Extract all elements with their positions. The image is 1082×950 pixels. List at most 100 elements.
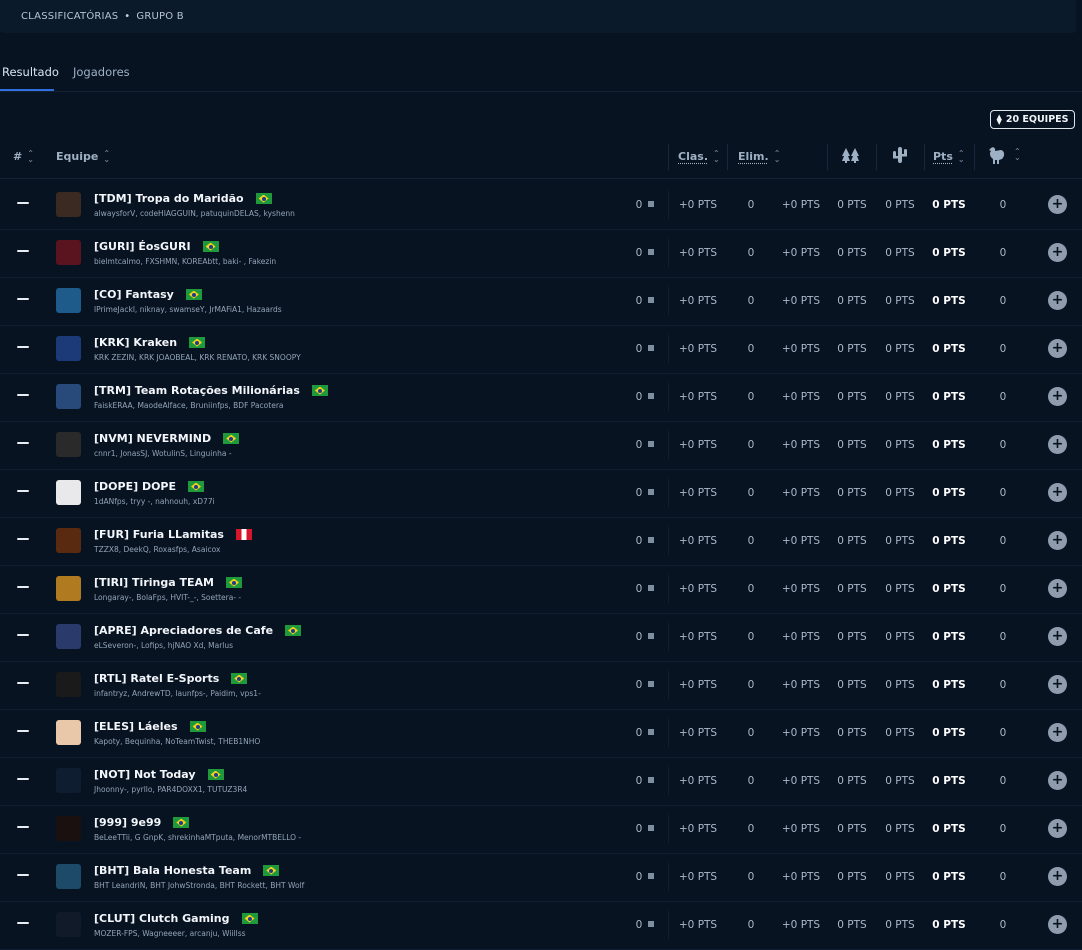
table-row[interactable]: [CO] Fantasy lPrimeJackl, niknay, swamseY… <box>0 277 1082 326</box>
col-pts[interactable]: Pts ⌃ ⌄ <box>933 149 965 163</box>
row-divider <box>668 767 669 795</box>
team-name-label: [CLUT] Clutch Gaming <box>94 912 230 925</box>
expand-plus-button[interactable]: + <box>1048 339 1067 358</box>
flag-icon <box>202 241 219 252</box>
placement-square-icon <box>648 441 655 447</box>
expand-plus-button[interactable]: + <box>1048 435 1067 454</box>
row-divider <box>668 239 669 267</box>
col2-points: 0 PTS <box>885 775 915 787</box>
col1-points: 0 PTS <box>837 487 867 499</box>
clas-value: 0 <box>630 535 660 547</box>
expand-plus-button[interactable]: + <box>1048 675 1067 694</box>
row-divider <box>668 815 669 843</box>
elim-points: +0 PTS <box>781 583 821 595</box>
elim-points: +0 PTS <box>781 487 821 499</box>
team-name[interactable]: [TRM] Team Rotações Milionárias <box>94 384 328 397</box>
total-points: 0 PTS <box>932 919 966 931</box>
col-clas[interactable]: Clas. ⌃ ⌄ <box>678 149 720 163</box>
team-name-label: [DOPE] DOPE <box>94 480 177 493</box>
table-row[interactable]: [CLUT] Clutch Gaming MOZER-FPS, Wagneeeer… <box>0 901 1082 950</box>
team-logo <box>56 336 81 361</box>
cactus-icon[interactable] <box>892 146 908 164</box>
table-row[interactable]: [FUR] Furia LLamitas TZZX8, DeekQ, Roxasf… <box>0 517 1082 566</box>
table-row[interactable]: [TIRI] Tiringa TEAM Longaray-, BolaFps, H… <box>0 565 1082 614</box>
col2-points: 0 PTS <box>885 487 915 499</box>
table-row[interactable]: [GURI] ÉosGURI bielmtcalmo, FXSHMN, KOREA… <box>0 229 1082 278</box>
clas-points: +0 PTS <box>678 295 718 307</box>
elim-value: 0 <box>747 679 755 691</box>
table-row[interactable]: [KRK] Kraken KRK ZEZIN, KRK JOAOBEAL, KRK… <box>0 325 1082 374</box>
team-name[interactable]: [TIRI] Tiringa TEAM <box>94 576 242 589</box>
rank-dash-icon <box>17 730 29 732</box>
expand-plus-button[interactable]: + <box>1048 531 1067 550</box>
col-team[interactable]: Equipe ⌃ ⌄ <box>56 149 110 163</box>
header-divider <box>827 144 828 170</box>
placement-square-icon <box>648 681 655 687</box>
placement-square-icon <box>648 297 655 303</box>
expand-plus-button[interactable]: + <box>1048 915 1067 934</box>
placement-square-icon <box>648 489 655 495</box>
team-name[interactable]: [BHT] Bala Honesta Team <box>94 864 280 877</box>
table-row[interactable]: [NVM] NEVERMIND cnnr1, JonasSJ, WotulinS,… <box>0 421 1082 470</box>
table-row[interactable]: [TDM] Tropa do Maridão alwaysforV, codeHI… <box>0 181 1082 230</box>
team-name[interactable]: [ELES] Láeles <box>94 720 206 733</box>
expand-plus-button[interactable]: + <box>1048 867 1067 886</box>
table-row[interactable]: [BHT] Bala Honesta Team BHT LeandriN, BHT… <box>0 853 1082 902</box>
expand-plus-button[interactable]: + <box>1048 195 1067 214</box>
elim-value: 0 <box>747 535 755 547</box>
tab-resultado[interactable]: Resultado <box>2 65 59 79</box>
table-row[interactable]: [999] 9e99 BeLeeTTii, G GnpK, shrekinhaMT… <box>0 805 1082 854</box>
expand-plus-button[interactable]: + <box>1048 387 1067 406</box>
flag-icon <box>235 529 252 540</box>
rank-dash-icon <box>17 826 29 828</box>
expand-plus-button[interactable]: + <box>1048 579 1067 598</box>
rank-dash-icon <box>17 922 29 924</box>
team-name[interactable]: [CO] Fantasy <box>94 288 202 301</box>
team-players: bielmtcalmo, FXSHMN, KOREAbtt, baki- , F… <box>94 257 277 266</box>
clas-points: +0 PTS <box>678 871 718 883</box>
wins-value: 0 <box>999 295 1007 307</box>
table-row[interactable]: [RTL] Ratel E-Sports infantryz, AndrewTD,… <box>0 661 1082 710</box>
expand-plus-button[interactable]: + <box>1048 243 1067 262</box>
flag-icon <box>225 577 242 588</box>
total-points: 0 PTS <box>932 295 966 307</box>
expand-plus-button[interactable]: + <box>1048 819 1067 838</box>
team-name[interactable]: [NOT] Not Today <box>94 768 224 781</box>
expand-plus-button[interactable]: + <box>1048 723 1067 742</box>
col-elim-label: Elim. <box>738 150 769 163</box>
expand-plus-button[interactable]: + <box>1048 291 1067 310</box>
elim-value: 0 <box>747 871 755 883</box>
tree-icon[interactable] <box>842 147 860 163</box>
team-name[interactable]: [RTL] Ratel E-Sports <box>94 672 248 685</box>
team-name[interactable]: [GURI] ÉosGURI <box>94 240 219 253</box>
col-rank[interactable]: # ⌃ ⌄ <box>13 149 34 163</box>
table-row[interactable]: [TRM] Team Rotações Milionárias FaiskERAA… <box>0 373 1082 422</box>
expand-plus-button[interactable]: + <box>1048 483 1067 502</box>
team-name[interactable]: [TDM] Tropa do Maridão <box>94 192 272 205</box>
table-row[interactable]: [ELES] Láeles Kapoty, Bequinha, NoTeamTwi… <box>0 709 1082 758</box>
col-elim[interactable]: Elim. ⌃ ⌄ <box>738 148 781 164</box>
team-name[interactable]: [APRE] Apreciadores de Cafe <box>94 624 302 637</box>
chicken-icon[interactable]: ⌃ ⌄ <box>987 145 1021 165</box>
tab-jogadores[interactable]: Jogadores <box>73 65 130 79</box>
team-name[interactable]: [CLUT] Clutch Gaming <box>94 912 258 925</box>
team-name[interactable]: [KRK] Kraken <box>94 336 206 349</box>
sort-icon: ⌃ ⌄ <box>773 148 781 164</box>
team-count-button[interactable]: ▲ ▼ 20 EQUIPES <box>990 110 1075 129</box>
team-name[interactable]: [DOPE] DOPE <box>94 480 205 493</box>
expand-plus-button[interactable]: + <box>1048 627 1067 646</box>
wins-value: 0 <box>999 871 1007 883</box>
table-row[interactable]: [DOPE] DOPE 1dANfps, tryy -, nahnouh, xD7… <box>0 469 1082 518</box>
clas-points: +0 PTS <box>678 247 718 259</box>
placement-square-icon <box>648 249 655 255</box>
breadcrumb-part1[interactable]: CLASSIFICATÓRIAS <box>21 11 118 22</box>
expand-plus-button[interactable]: + <box>1048 771 1067 790</box>
team-name[interactable]: [FUR] Furia LLamitas <box>94 528 252 541</box>
team-name[interactable]: [NVM] NEVERMIND <box>94 432 240 445</box>
clas-value: 0 <box>630 775 660 787</box>
clas-points: +0 PTS <box>678 439 718 451</box>
team-name[interactable]: [999] 9e99 <box>94 816 190 829</box>
table-row[interactable]: [NOT] Not Today Jhoonny-, pyrllo, PAR4DOX… <box>0 757 1082 806</box>
table-row[interactable]: [APRE] Apreciadores de Cafe eLSeveron-, L… <box>0 613 1082 662</box>
clas-points: +0 PTS <box>678 583 718 595</box>
